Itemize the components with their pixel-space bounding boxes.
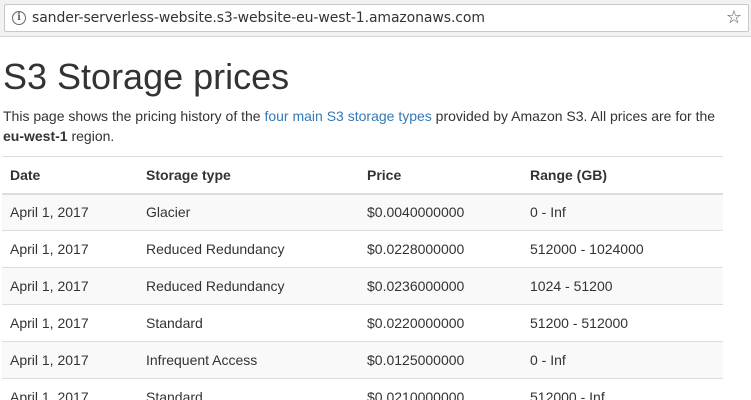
cell-storage-type: Glacier (138, 193, 359, 231)
cell-price: $0.0040000000 (359, 193, 522, 231)
cell-storage-type: Reduced Redundancy (138, 230, 359, 268)
table-row: April 1, 2017 Reduced Redundancy $0.0236… (2, 267, 723, 305)
info-icon[interactable]: i (12, 11, 26, 25)
cell-date: April 1, 2017 (2, 267, 138, 305)
cell-date: April 1, 2017 (2, 193, 138, 231)
cell-date: April 1, 2017 (2, 341, 138, 379)
cell-range: 1024 - 51200 (522, 267, 723, 305)
region-name: eu-west-1 (3, 128, 68, 144)
intro-text: region. (67, 128, 115, 144)
cell-range: 512000 - Inf (522, 378, 723, 400)
intro-text: This page shows the pricing history of t… (3, 108, 265, 124)
table-row: April 1, 2017 Standard $0.0210000000 512… (2, 378, 723, 400)
cell-price: $0.0125000000 (359, 341, 522, 379)
cell-price: $0.0210000000 (359, 378, 522, 400)
cell-storage-type: Reduced Redundancy (138, 267, 359, 305)
bookmark-star-icon[interactable]: ☆ (726, 8, 742, 28)
cell-date: April 1, 2017 (2, 304, 138, 342)
prices-table-container: Date Storage type Price Range (GB) April… (2, 156, 723, 400)
table-row: April 1, 2017 Reduced Redundancy $0.0228… (2, 230, 723, 268)
cell-price: $0.0228000000 (359, 230, 522, 268)
table-row: April 1, 2017 Infrequent Access $0.01250… (2, 341, 723, 379)
table-row: April 1, 2017 Standard $0.0220000000 512… (2, 304, 723, 342)
url-text[interactable]: sander-serverless-website.s3-website-eu-… (32, 10, 485, 26)
prices-table: Date Storage type Price Range (GB) April… (2, 156, 723, 400)
cell-storage-type: Infrequent Access (138, 341, 359, 379)
intro-text: provided by Amazon S3. All prices are fo… (431, 108, 716, 124)
header-storage-type: Storage type (138, 156, 359, 195)
cell-date: April 1, 2017 (2, 230, 138, 268)
table-row: April 1, 2017 Glacier $0.0040000000 0 - … (2, 193, 723, 231)
url-field[interactable]: i sander-serverless-website.s3-website-e… (4, 4, 749, 32)
cell-range: 512000 - 1024000 (522, 230, 723, 268)
intro-paragraph: This page shows the pricing history of t… (3, 106, 723, 146)
cell-storage-type: Standard (138, 304, 359, 342)
table-header-row: Date Storage type Price Range (GB) (2, 156, 723, 195)
cell-range: 51200 - 512000 (522, 304, 723, 342)
header-date: Date (2, 156, 138, 195)
cell-storage-type: Standard (138, 378, 359, 400)
storage-types-link[interactable]: four main S3 storage types (264, 108, 431, 124)
cell-range: 0 - Inf (522, 341, 723, 379)
cell-range: 0 - Inf (522, 193, 723, 231)
header-range: Range (GB) (522, 156, 723, 195)
page-title: S3 Storage prices (3, 56, 290, 97)
browser-address-bar: i sander-serverless-website.s3-website-e… (0, 0, 751, 37)
cell-price: $0.0236000000 (359, 267, 522, 305)
cell-price: $0.0220000000 (359, 304, 522, 342)
header-price: Price (359, 156, 522, 195)
cell-date: April 1, 2017 (2, 378, 138, 400)
